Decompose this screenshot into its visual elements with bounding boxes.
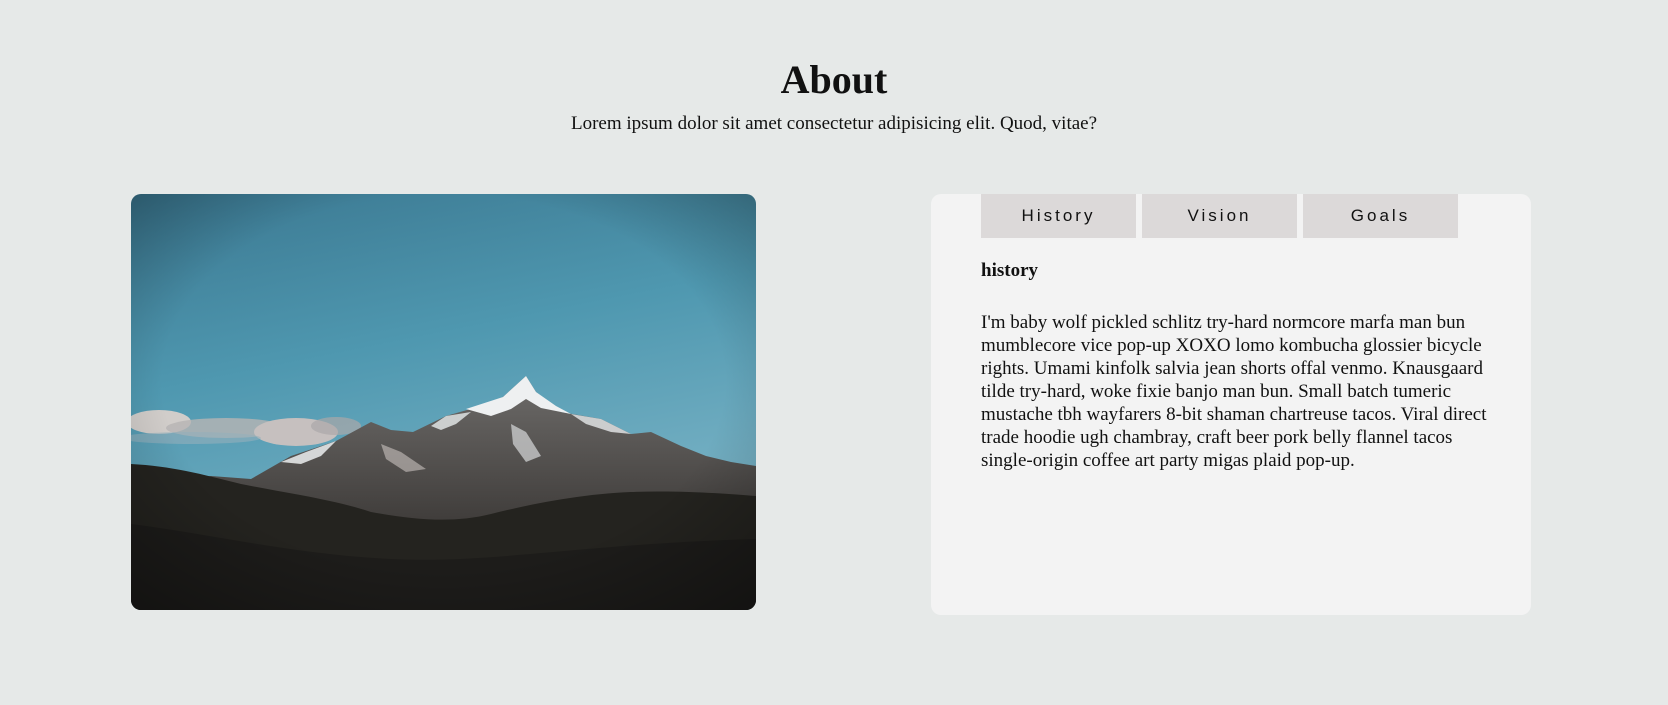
tab-history[interactable]: History xyxy=(981,194,1136,238)
tab-goals[interactable]: Goals xyxy=(1303,194,1458,238)
mountain-illustration xyxy=(131,194,756,610)
tab-vision[interactable]: Vision xyxy=(1142,194,1297,238)
panel-heading: history xyxy=(981,260,1038,281)
page-title: About xyxy=(780,57,888,102)
tab-panel: history I'm baby wolf pickled schlitz tr… xyxy=(981,260,1491,472)
panel-body: I'm baby wolf pickled schlitz try-hard n… xyxy=(981,311,1487,471)
page-subtitle: Lorem ipsum dolor sit amet consectetur a… xyxy=(570,113,1098,134)
mountain-image xyxy=(131,194,756,610)
about-tab-card: History Vision Goals history I'm baby wo… xyxy=(931,194,1531,615)
tab-bar: History Vision Goals xyxy=(981,194,1458,238)
